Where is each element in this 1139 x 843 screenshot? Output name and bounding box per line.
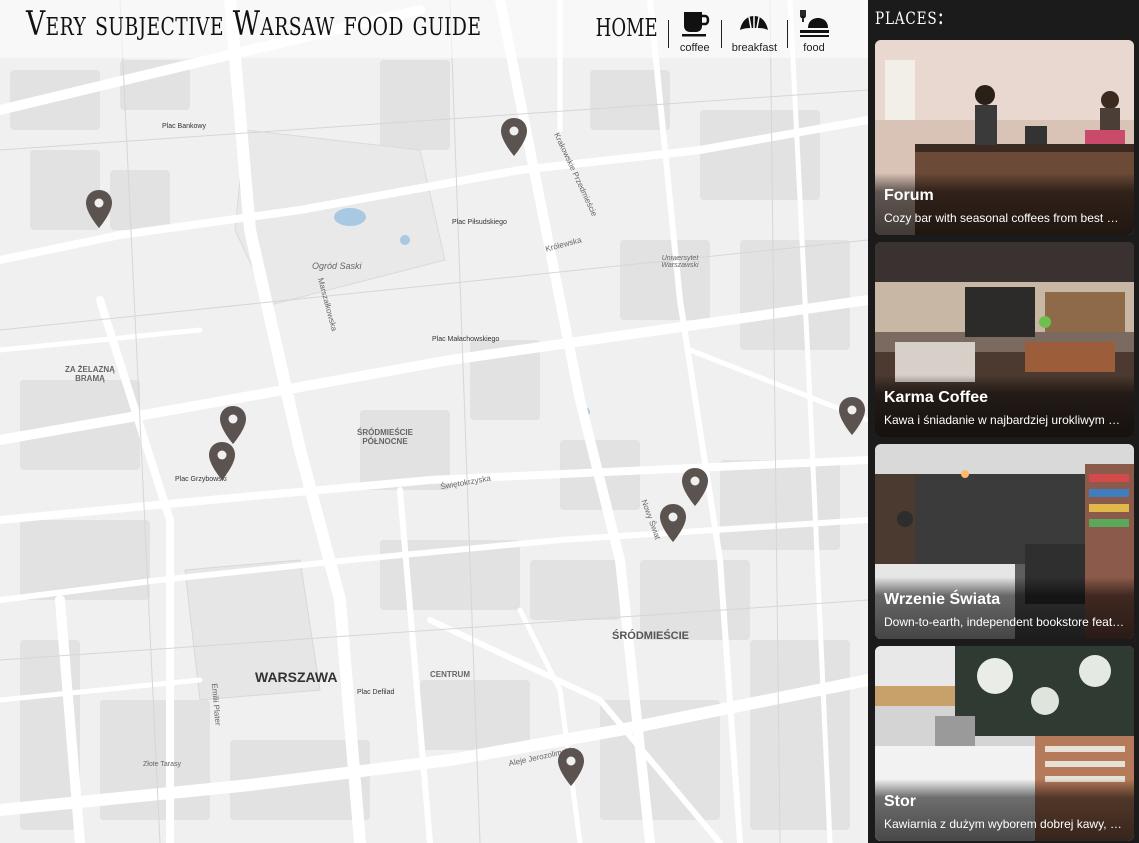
place-card[interactable]: Forum Cozy bar with seasonal coffees fro… (875, 40, 1134, 235)
map-label-warszawa: WARSZAWA (255, 669, 338, 685)
map-label-uniwersytet: Uniwersytet Warszawski (661, 255, 699, 269)
map-marker-icon[interactable] (681, 467, 709, 507)
nav-separator (787, 20, 788, 48)
place-description: Cozy bar with seasonal coffees from best… (884, 211, 1125, 225)
map-view[interactable]: WARSZAWA ŚRÓDMIEŚCIE Ogród Saski ZA ŻELA… (0, 0, 868, 843)
place-description: Kawiarnia z dużym wyborem dobrej kawy, h… (884, 817, 1125, 831)
croissant-icon (740, 16, 769, 30)
place-name: Karma Coffee (884, 389, 989, 406)
nav-breakfast-label: breakfast (731, 42, 777, 54)
nav-food-label: food (803, 42, 825, 54)
coffee-cup-icon (681, 12, 710, 37)
map-label-plac-defilad: Plac Defilad (357, 689, 395, 696)
place-card[interactable]: Stor Kawiarnia z dużym wyborem dobrej ka… (875, 646, 1134, 841)
map-label-ogrod-saski: Ogród Saski (312, 261, 362, 271)
nav-home[interactable]: HOME (596, 14, 658, 42)
map-marker-icon[interactable] (659, 503, 687, 543)
plate-icon (800, 10, 829, 37)
map-marker-icon[interactable] (208, 441, 236, 481)
place-name: Stor (884, 793, 916, 810)
place-name: Wrzenie Świata (884, 591, 1001, 608)
map-label-plac-pilsudskiego: Plac Piłsudskiego (452, 219, 507, 226)
nav-coffee[interactable]: coffee (679, 8, 711, 54)
places-sidebar: places: Forum Cozy bar with seasonal cof… (868, 0, 1139, 843)
map-marker-icon[interactable] (838, 396, 866, 436)
map-marker-icon[interactable] (219, 405, 247, 445)
map-marker-icon[interactable] (557, 747, 585, 787)
nav-food[interactable]: food (798, 8, 830, 54)
site-title: Very subjective Warsaw food guide (26, 4, 482, 44)
map-label-plac-bankowy: Plac Bankowy (162, 123, 206, 130)
map-marker-icon[interactable] (500, 117, 528, 157)
nav-separator (720, 20, 722, 48)
place-card[interactable]: Wrzenie Świata Down-to-earth, independen… (875, 444, 1134, 639)
map-marker-icon[interactable] (85, 189, 113, 229)
place-name: Forum (884, 187, 934, 204)
place-card[interactable]: Karma Coffee Kawa i śniadanie w najbardz… (875, 242, 1134, 437)
nav-coffee-label: coffee (679, 42, 710, 54)
nav-separator (667, 20, 669, 48)
map-label-srodmiescie-polnocne: ŚRÓDMIEŚCIE PÓŁNOCNE (356, 428, 413, 446)
map-label-srodmiescie: ŚRÓDMIEŚCIE (612, 630, 690, 642)
map-base (0, 0, 868, 843)
places-title: places: (875, 2, 945, 30)
nav-breakfast[interactable]: breakfast (732, 8, 777, 54)
map-label-plac-malachowskiego: Plac Małachowskiego (432, 336, 500, 343)
place-description: Down-to-earth, independent bookstore fea… (884, 615, 1125, 629)
map-label-zlote-tarasy: Złote Tarasy (143, 761, 181, 768)
map-label-za-zelazna: ZA ŻELAZNĄ BRAMĄ (65, 365, 115, 383)
main-nav: HOME coffee breakfast food (575, 8, 830, 54)
map-label-centrum: CENTRUM (430, 670, 470, 679)
site-header: Very subjective Warsaw food guide HOME c… (0, 0, 868, 58)
place-description: Kawa i śniadanie w najbardziej urokliwym… (884, 413, 1125, 427)
